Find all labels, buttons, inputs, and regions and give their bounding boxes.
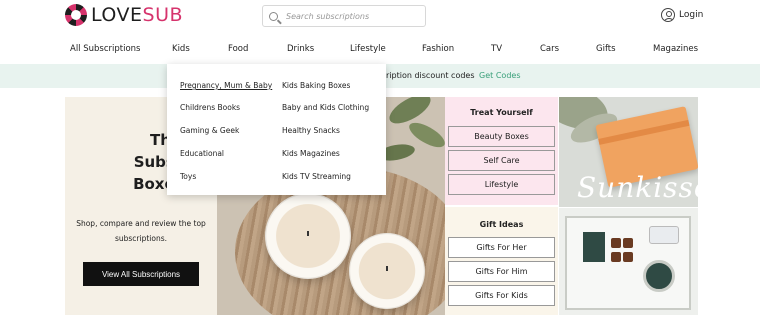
dropdown-item-pregnancy-mum-baby[interactable]: Pregnancy, Mum & Baby: [180, 81, 272, 90]
logo[interactable]: LOVESUB: [65, 4, 183, 26]
treat-yourself-panel: Treat Yourself Beauty Boxes Self Care Li…: [445, 97, 558, 205]
candle: [265, 193, 351, 279]
login-label: Login: [679, 10, 704, 20]
logo-love: LOVE: [91, 4, 143, 26]
nav-kids[interactable]: Kids: [172, 44, 190, 54]
dropdown-item-toys[interactable]: Toys: [180, 172, 196, 181]
nav-drinks[interactable]: Drinks: [287, 44, 314, 54]
dropdown-item-baby-kids-clothing[interactable]: Baby and Kids Clothing: [282, 103, 369, 112]
dropdown-item-kids-baking-boxes[interactable]: Kids Baking Boxes: [282, 81, 350, 90]
candle-wick: [307, 231, 309, 236]
self-care-button[interactable]: Self Care: [448, 150, 555, 171]
nav-food[interactable]: Food: [228, 44, 248, 54]
view-all-subscriptions-button[interactable]: View All Subscriptions: [83, 262, 199, 286]
gifts-for-kids-button[interactable]: Gifts For Kids: [448, 285, 555, 306]
hero-subtitle-line: subscriptions.: [114, 234, 168, 243]
dropdown-item-gaming-geek[interactable]: Gaming & Geek: [180, 126, 239, 135]
nav-lifestyle[interactable]: Lifestyle: [350, 44, 386, 54]
search-box[interactable]: [262, 5, 426, 27]
search-input[interactable]: [286, 11, 416, 21]
gift-box-image[interactable]: [559, 208, 698, 315]
nav-tv[interactable]: TV: [491, 44, 502, 54]
logo-text: LOVESUB: [91, 4, 183, 26]
login-button[interactable]: Login: [661, 8, 703, 22]
box-script-text: Sunkisse: [577, 171, 698, 204]
dropdown-item-kids-tv-streaming[interactable]: Kids TV Streaming: [282, 172, 351, 181]
chocolate: [611, 238, 621, 248]
nav-magazines[interactable]: Magazines: [653, 44, 698, 54]
nav-gifts[interactable]: Gifts: [596, 44, 616, 54]
treat-yourself-title: Treat Yourself: [470, 108, 533, 117]
hero-subtitle: Shop, compare and review the top subscri…: [71, 216, 211, 246]
nav-fashion[interactable]: Fashion: [422, 44, 454, 54]
category-column: Treat Yourself Beauty Boxes Self Care Li…: [445, 97, 558, 315]
chocolate: [611, 252, 621, 262]
hero-subtitle-line: Shop, compare and review the top: [76, 219, 206, 228]
chocolate: [623, 252, 633, 262]
get-codes-link[interactable]: Get Codes: [479, 71, 520, 80]
main-nav: All Subscriptions Kids Food Drinks Lifes…: [0, 44, 760, 62]
dropdown-item-educational[interactable]: Educational: [180, 149, 224, 158]
promo-message: ription discount codes: [386, 71, 475, 80]
promo-text: ription discount codes Get Codes: [386, 71, 521, 80]
dropdown-item-healthy-snacks[interactable]: Healthy Snacks: [282, 126, 340, 135]
beauty-boxes-button[interactable]: Beauty Boxes: [448, 126, 555, 147]
dropdown-item-kids-magazines[interactable]: Kids Magazines: [282, 149, 340, 158]
lifestyle-button[interactable]: Lifestyle: [448, 174, 555, 195]
gift-ideas-title: Gift Ideas: [479, 220, 524, 229]
gift-card: [583, 232, 605, 262]
logo-sub: SUB: [142, 4, 184, 26]
dropdown-item-childrens-books[interactable]: Childrens Books: [180, 103, 240, 112]
gift-tin: [643, 260, 675, 292]
gift-jar: [649, 226, 679, 244]
chocolate: [623, 238, 633, 248]
subscription-box-image[interactable]: Sunkisse: [559, 97, 698, 207]
logo-heart-icon: [65, 4, 87, 26]
nav-cars[interactable]: Cars: [540, 44, 559, 54]
nav-all-subscriptions[interactable]: All Subscriptions: [70, 44, 140, 54]
candle-wick: [386, 266, 388, 271]
search-icon: [269, 11, 278, 21]
candle: [349, 233, 425, 309]
kids-dropdown-menu: Pregnancy, Mum & Baby Childrens Books Ga…: [167, 64, 386, 195]
gifts-for-her-button[interactable]: Gifts For Her: [448, 237, 555, 258]
user-icon: [661, 8, 675, 22]
gifts-for-him-button[interactable]: Gifts For Him: [448, 261, 555, 282]
gift-ideas-panel: Gift Ideas Gifts For Her Gifts For Him G…: [445, 207, 558, 315]
